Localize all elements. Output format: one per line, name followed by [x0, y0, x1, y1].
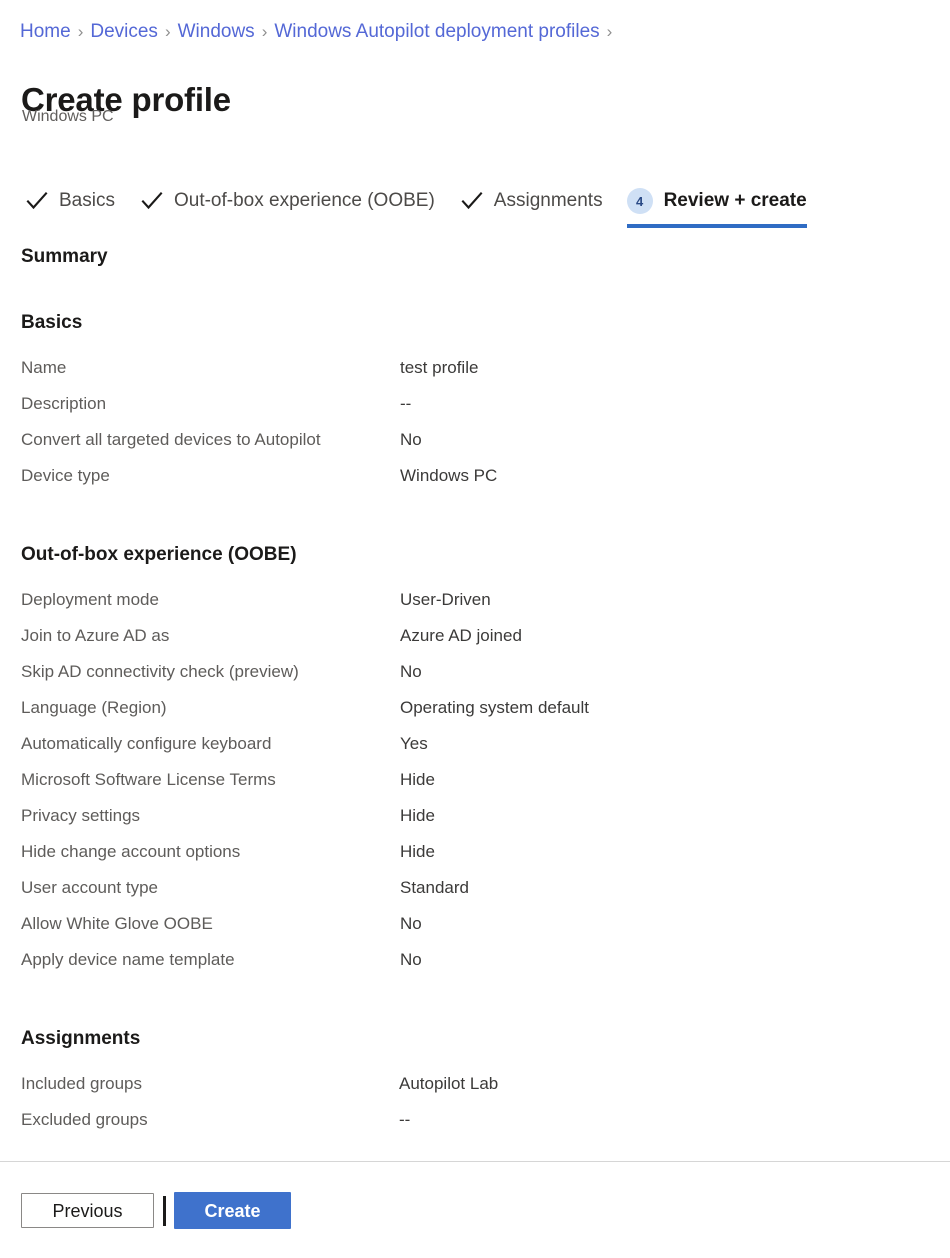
summary-row: Microsoft Software License TermsHide — [0, 769, 950, 805]
summary-row-label: Included groups — [21, 1073, 399, 1095]
summary-row-label: Convert all targeted devices to Autopilo… — [21, 429, 400, 451]
summary-row-value: No — [400, 429, 422, 451]
summary-row-label: Excluded groups — [21, 1109, 399, 1131]
check-icon — [139, 188, 165, 214]
create-profile-page: Home›Devices›Windows›Windows Autopilot d… — [0, 0, 950, 1258]
breadcrumb-chevron-icon: › — [255, 22, 275, 41]
section-rows: Nametest profileDescription--Convert all… — [0, 357, 950, 501]
summary-row: Hide change account optionsHide — [0, 841, 950, 877]
summary-row: Deployment modeUser-Driven — [0, 589, 950, 625]
summary-row: Skip AD connectivity check (preview)No — [0, 661, 950, 697]
summary-row-value: User-Driven — [400, 589, 491, 611]
tab-assignments[interactable]: Assignments — [459, 184, 603, 228]
page-subtitle: Windows PC — [22, 107, 114, 127]
summary-row: Allow White Glove OOBENo — [0, 913, 950, 949]
summary-row-value: No — [400, 661, 422, 683]
summary-row: Automatically configure keyboardYes — [0, 733, 950, 769]
summary-sections: BasicsNametest profileDescription--Conve… — [0, 311, 950, 1145]
summary-row-value: Autopilot Lab — [399, 1073, 498, 1095]
button-divider — [163, 1196, 166, 1226]
section-rows: Included groupsAutopilot LabExcluded gro… — [0, 1073, 950, 1145]
summary-row: Join to Azure AD asAzure AD joined — [0, 625, 950, 661]
tab-label: Assignments — [494, 189, 603, 213]
summary-row-value: Windows PC — [400, 465, 497, 487]
summary-row: User account typeStandard — [0, 877, 950, 913]
summary-row-value: Standard — [400, 877, 469, 899]
summary-row-label: Language (Region) — [21, 697, 400, 719]
tab-out-of-box-experience-oobe[interactable]: Out-of-box experience (OOBE) — [139, 184, 435, 228]
section-heading: Basics — [21, 311, 950, 335]
previous-button[interactable]: Previous — [21, 1193, 154, 1228]
summary-row: Privacy settingsHide — [0, 805, 950, 841]
breadcrumb-chevron-icon: › — [158, 22, 178, 41]
summary-row-value: test profile — [400, 357, 478, 379]
summary-row-label: Privacy settings — [21, 805, 400, 827]
breadcrumb-item-windows-autopilot-deployment-profiles[interactable]: Windows Autopilot deployment profiles — [274, 21, 599, 42]
summary-content: Summary BasicsNametest profileDescriptio… — [0, 240, 950, 1145]
check-icon — [459, 188, 485, 214]
tab-label: Review + create — [664, 189, 807, 213]
summary-row: Device typeWindows PC — [0, 465, 950, 501]
section-rows: Deployment modeUser-DrivenJoin to Azure … — [0, 589, 950, 985]
summary-row-label: Name — [21, 357, 400, 379]
tab-label: Out-of-box experience (OOBE) — [174, 189, 435, 213]
summary-row-value: Hide — [400, 769, 435, 791]
summary-row: Language (Region)Operating system defaul… — [0, 697, 950, 733]
summary-row-label: Description — [21, 393, 400, 415]
summary-row-value: No — [400, 949, 422, 971]
summary-row: Description-- — [0, 393, 950, 429]
summary-row-value: No — [400, 913, 422, 935]
summary-row-label: Deployment mode — [21, 589, 400, 611]
summary-row-label: Hide change account options — [21, 841, 400, 863]
summary-row: Nametest profile — [0, 357, 950, 393]
tab-review-create[interactable]: 4 Review + create — [627, 184, 807, 228]
breadcrumb-chevron-icon: › — [71, 22, 91, 41]
create-button[interactable]: Create — [174, 1192, 291, 1229]
breadcrumb-chevron-icon: › — [600, 22, 620, 41]
summary-row-label: Microsoft Software License Terms — [21, 769, 400, 791]
summary-heading: Summary — [21, 245, 950, 269]
summary-row-value: Hide — [400, 841, 435, 863]
summary-row-label: Join to Azure AD as — [21, 625, 400, 647]
summary-row-value: Azure AD joined — [400, 625, 522, 647]
tab-active-underline — [627, 224, 807, 228]
summary-row-value: Hide — [400, 805, 435, 827]
breadcrumb: Home›Devices›Windows›Windows Autopilot d… — [20, 20, 619, 44]
summary-section-basics: BasicsNametest profileDescription--Conve… — [0, 311, 950, 501]
summary-row-label: Skip AD connectivity check (preview) — [21, 661, 400, 683]
summary-section-out-of-box-experience-oobe: Out-of-box experience (OOBE) Deployment m… — [0, 543, 950, 985]
summary-row-label: Device type — [21, 465, 400, 487]
summary-row-value: Operating system default — [400, 697, 589, 719]
summary-row: Apply device name templateNo — [0, 949, 950, 985]
summary-row-value: Yes — [400, 733, 428, 755]
section-heading: Assignments — [21, 1027, 950, 1051]
summary-row-value: -- — [399, 1109, 410, 1131]
summary-row-label: User account type — [21, 877, 400, 899]
tab-basics[interactable]: Basics — [24, 184, 115, 228]
summary-row: Excluded groups-- — [0, 1109, 950, 1145]
breadcrumb-item-devices[interactable]: Devices — [90, 21, 158, 42]
breadcrumb-item-windows[interactable]: Windows — [178, 21, 255, 42]
section-heading: Out-of-box experience (OOBE) — [21, 543, 950, 567]
wizard-tabs: Basics Out-of-box experience (OOBE) Assign… — [24, 184, 807, 230]
summary-section-assignments: AssignmentsIncluded groupsAutopilot LabE… — [0, 1027, 950, 1145]
tab-label: Basics — [59, 189, 115, 213]
page-footer: Previous Create — [0, 1162, 950, 1258]
summary-row-label: Automatically configure keyboard — [21, 733, 400, 755]
breadcrumb-item-home[interactable]: Home — [20, 21, 71, 42]
tab-step-badge: 4 — [627, 188, 653, 214]
summary-row-value: -- — [400, 393, 411, 415]
summary-row: Included groupsAutopilot Lab — [0, 1073, 950, 1109]
summary-row-label: Apply device name template — [21, 949, 400, 971]
summary-row-label: Allow White Glove OOBE — [21, 913, 400, 935]
summary-row: Convert all targeted devices to Autopilo… — [0, 429, 950, 465]
check-icon — [24, 188, 50, 214]
